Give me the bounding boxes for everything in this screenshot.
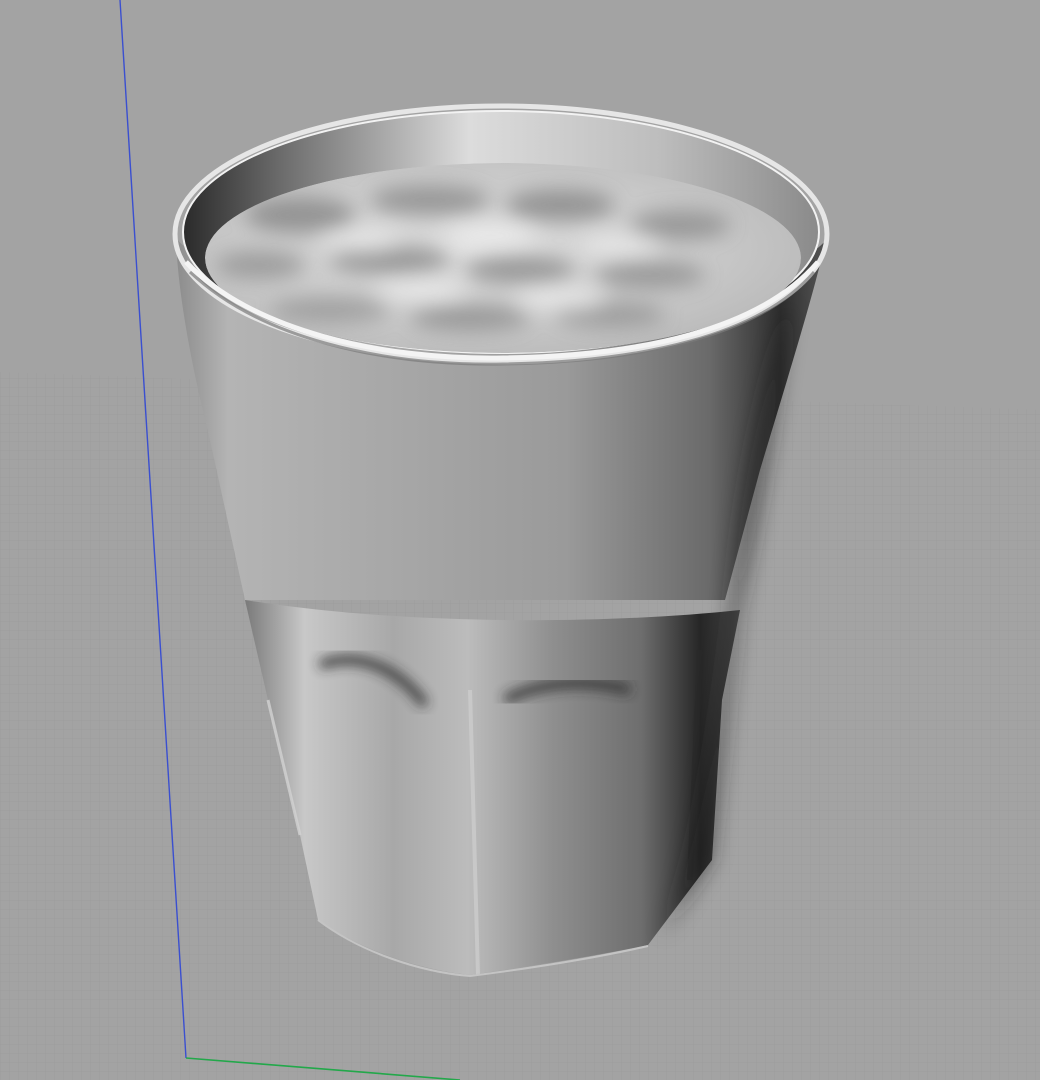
viewport-3d[interactable]	[0, 0, 1040, 1080]
glass-faceted-base	[245, 600, 740, 975]
liquid-surface	[205, 163, 801, 353]
viewport-canvas[interactable]	[0, 0, 1040, 1080]
